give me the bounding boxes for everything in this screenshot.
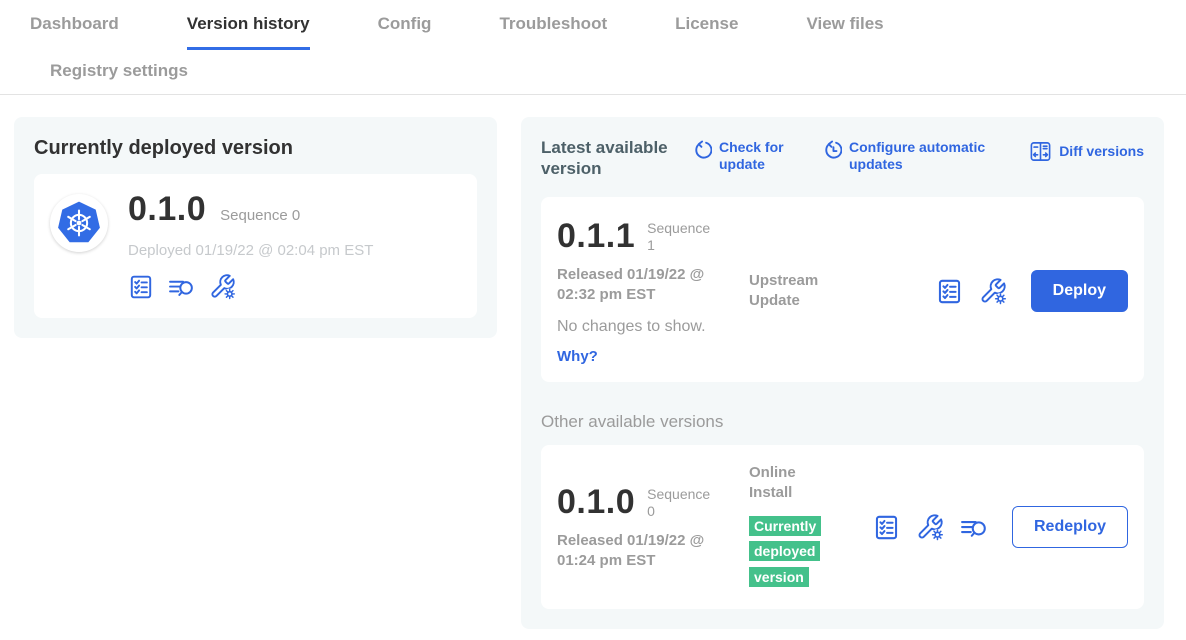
diff-icon: [1029, 140, 1052, 163]
deploy-button[interactable]: Deploy: [1031, 270, 1128, 312]
latest-sequence-label: Sequence 1: [647, 220, 717, 255]
latest-version-number: 0.1.1: [557, 217, 635, 256]
redeploy-button[interactable]: Redeploy: [1012, 506, 1128, 548]
no-changes-text: No changes to show.: [557, 318, 749, 336]
config-wrench-icon[interactable]: [916, 513, 944, 541]
config-wrench-icon[interactable]: [209, 273, 236, 300]
other-version-number: 0.1.0: [557, 483, 635, 522]
other-released-timestamp: Released 01/19/22 @ 01:24 pm EST: [557, 531, 725, 572]
nav-row-primary: Dashboard Version history Config Trouble…: [0, 14, 1186, 50]
latest-version-actions: Deploy: [936, 270, 1128, 312]
configure-automatic-updates-label: Configure automatic updates: [849, 139, 995, 173]
tab-registry-settings[interactable]: Registry settings: [50, 61, 188, 81]
other-source-label: Online Install: [749, 463, 835, 504]
other-version-actions: Redeploy: [873, 506, 1128, 548]
latest-available-header: Latest available version Check for updat…: [541, 137, 1144, 180]
diff-versions-link[interactable]: Diff versions: [1029, 139, 1144, 163]
check-for-update-label: Check for update: [719, 139, 791, 173]
deployed-version-card: 0.1.0 Sequence 0 Deployed 01/19/22 @ 02:…: [34, 174, 477, 318]
top-navigation: Dashboard Version history Config Trouble…: [0, 0, 1186, 95]
deployed-timestamp: Deployed 01/19/22 @ 02:04 pm EST: [128, 242, 373, 259]
checklist-icon[interactable]: [128, 274, 154, 300]
log-search-icon[interactable]: [960, 515, 988, 540]
log-search-icon[interactable]: [168, 275, 195, 299]
checklist-icon[interactable]: [873, 514, 900, 541]
checklist-icon[interactable]: [936, 278, 963, 305]
nav-row-secondary: Registry settings: [0, 50, 1186, 94]
scheduled-update-icon: [823, 140, 842, 159]
deployed-version-details: 0.1.0 Sequence 0 Deployed 01/19/22 @ 02:…: [128, 190, 373, 300]
diff-versions-label: Diff versions: [1059, 143, 1144, 160]
currently-deployed-badge-wrap: Currently deployed version: [749, 514, 823, 592]
deployed-sequence-label: Sequence 0: [220, 207, 300, 224]
currently-deployed-title: Currently deployed version: [34, 137, 477, 160]
other-version-info: 0.1.0 Sequence 0 Released 01/19/22 @ 01:…: [557, 483, 749, 572]
tab-config[interactable]: Config: [378, 14, 432, 50]
check-for-update-link[interactable]: Check for update: [693, 139, 791, 173]
latest-available-title: Latest available version: [541, 137, 693, 180]
other-version-card: 0.1.0 Sequence 0 Released 01/19/22 @ 01:…: [541, 445, 1144, 609]
tab-view-files[interactable]: View files: [806, 14, 883, 50]
other-sequence-label: Sequence 0: [647, 486, 717, 521]
latest-available-panel: Latest available version Check for updat…: [521, 117, 1164, 629]
refresh-arrow-icon: [693, 140, 712, 159]
other-versions-title: Other available versions: [541, 412, 1144, 432]
latest-source-label: Upstream Update: [749, 271, 835, 312]
latest-version-card: 0.1.1 Sequence 1 Released 01/19/22 @ 02:…: [541, 197, 1144, 383]
latest-version-info: 0.1.1 Sequence 1 Released 01/19/22 @ 02:…: [557, 217, 749, 367]
why-link[interactable]: Why?: [557, 348, 598, 365]
latest-source-column: Upstream Update: [749, 271, 859, 312]
header-actions: Check for update Configure automatic upd…: [693, 139, 1144, 173]
deployed-version-number: 0.1.0: [128, 190, 206, 229]
main-content: Currently deployed version: [0, 95, 1186, 629]
tab-license[interactable]: License: [675, 14, 738, 50]
currently-deployed-panel: Currently deployed version: [14, 117, 497, 338]
kubernetes-logo-icon: [50, 194, 108, 252]
other-source-column: Online Install Currently deployed versio…: [749, 463, 859, 591]
config-wrench-icon[interactable]: [979, 277, 1007, 305]
configure-automatic-updates-link[interactable]: Configure automatic updates: [823, 139, 995, 173]
tab-version-history[interactable]: Version history: [187, 14, 310, 50]
latest-released-timestamp: Released 01/19/22 @ 02:32 pm EST: [557, 265, 725, 306]
tab-troubleshoot[interactable]: Troubleshoot: [499, 14, 607, 50]
currently-deployed-badge: Currently deployed version: [749, 516, 821, 588]
tab-dashboard[interactable]: Dashboard: [30, 14, 119, 50]
